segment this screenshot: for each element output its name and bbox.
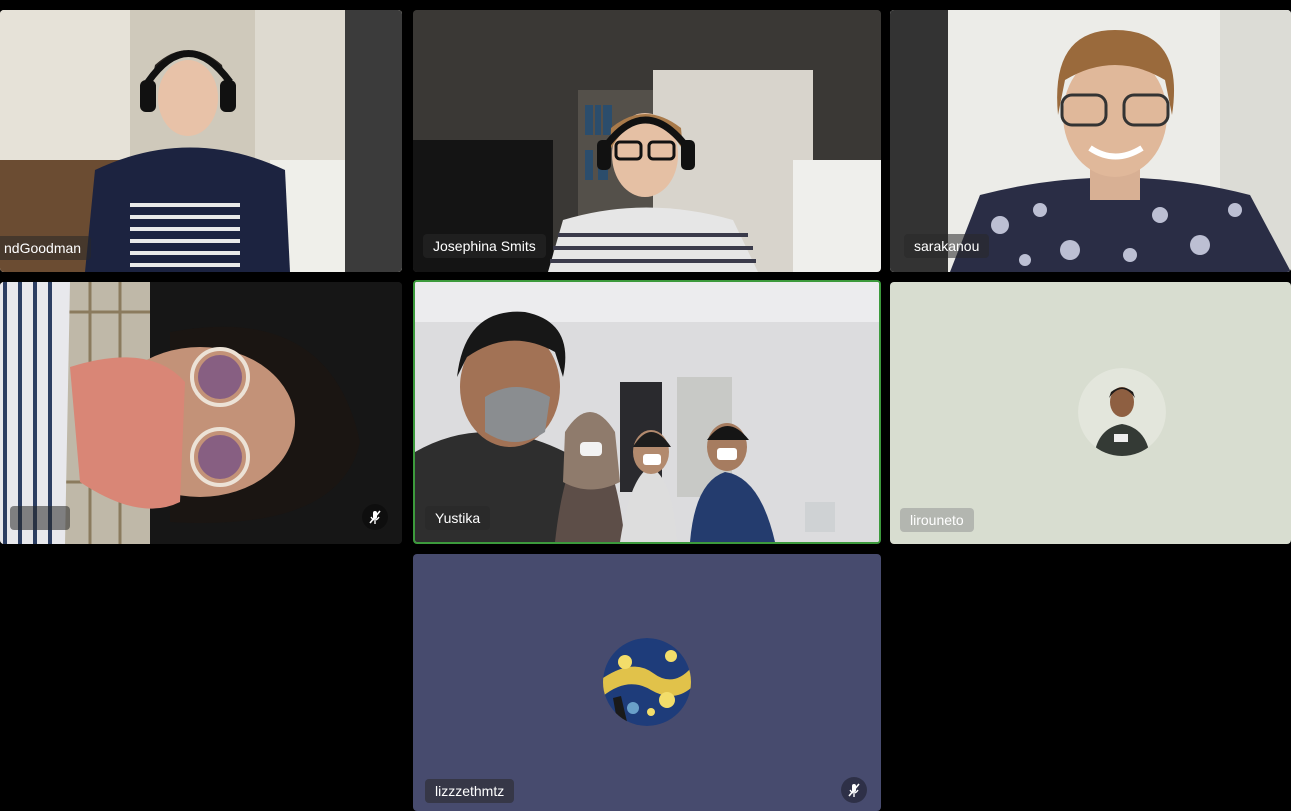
microphone-muted-icon [841, 777, 867, 803]
video-feed [415, 282, 879, 542]
participant-name: Josephina Smits [423, 234, 546, 258]
participant-name: sarakanou [904, 234, 990, 258]
participant-name: Yustika [425, 506, 491, 530]
video-tile-sarakanou[interactable]: sarakanou [890, 10, 1291, 272]
video-feed [890, 10, 1291, 272]
participant-name: lizzzethmtz [425, 779, 515, 803]
video-feed [413, 10, 881, 272]
participant-avatar [603, 638, 691, 726]
video-tile-lizzzethmtz[interactable]: lizzzethmtz [413, 554, 881, 811]
video-tile-lirouneto[interactable]: lirouneto [890, 282, 1291, 544]
video-tile-yustika[interactable]: Yustika [413, 280, 881, 544]
participant-name: lirouneto [900, 508, 974, 532]
participant-name [10, 506, 70, 530]
microphone-muted-icon [362, 504, 388, 530]
video-feed [0, 282, 402, 544]
video-tile-participant-4[interactable] [0, 282, 402, 544]
video-feed [0, 10, 402, 272]
participant-name: ndGoodman [0, 236, 92, 260]
video-tile-josephina-smits[interactable]: Josephina Smits [413, 10, 881, 272]
participant-avatar [1078, 368, 1166, 456]
video-tile-ndgoodman[interactable]: ndGoodman [0, 10, 402, 272]
